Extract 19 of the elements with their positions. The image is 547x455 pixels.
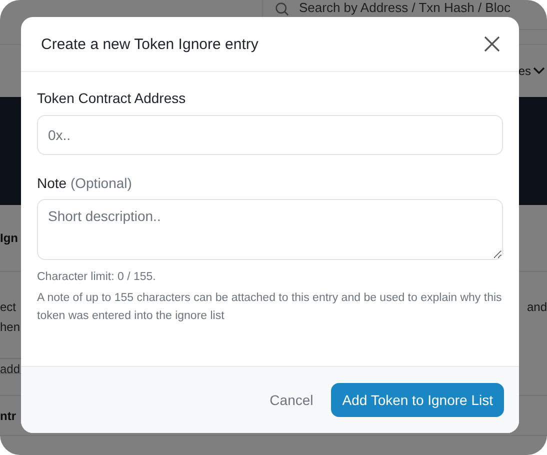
close-icon [484, 36, 500, 52]
note-textarea[interactable]: Short description.. [37, 199, 503, 260]
submit-button[interactable]: Add Token to Ignore List [331, 383, 504, 417]
table-header: ntr [0, 408, 16, 422]
address-input[interactable]: 0x.. [37, 115, 503, 155]
dialog-title: Create a new Token Ignore entry [41, 36, 258, 52]
help-text: A note of up to 155 characters can be attached to this entry and be used to explain why this token was entered into the ignore list [37, 291, 503, 324]
description-text: and [526, 300, 547, 316]
nav-link[interactable]: es [518, 64, 531, 78]
description-text: hen [0, 320, 20, 336]
search-icon [275, 2, 289, 16]
field-label: Note (Optional) [37, 175, 133, 191]
chevron-down-icon [533, 67, 545, 75]
character-limit: Character limit: 0 / 155. [37, 270, 157, 285]
cancel-button[interactable]: Cancel [264, 384, 320, 416]
search-placeholder: Search by Address / Txn Hash / Bloc [299, 1, 510, 15]
field-label: Token Contract Address [37, 90, 187, 106]
description-text: ect [0, 300, 16, 316]
section-heading: Ign [0, 231, 18, 245]
